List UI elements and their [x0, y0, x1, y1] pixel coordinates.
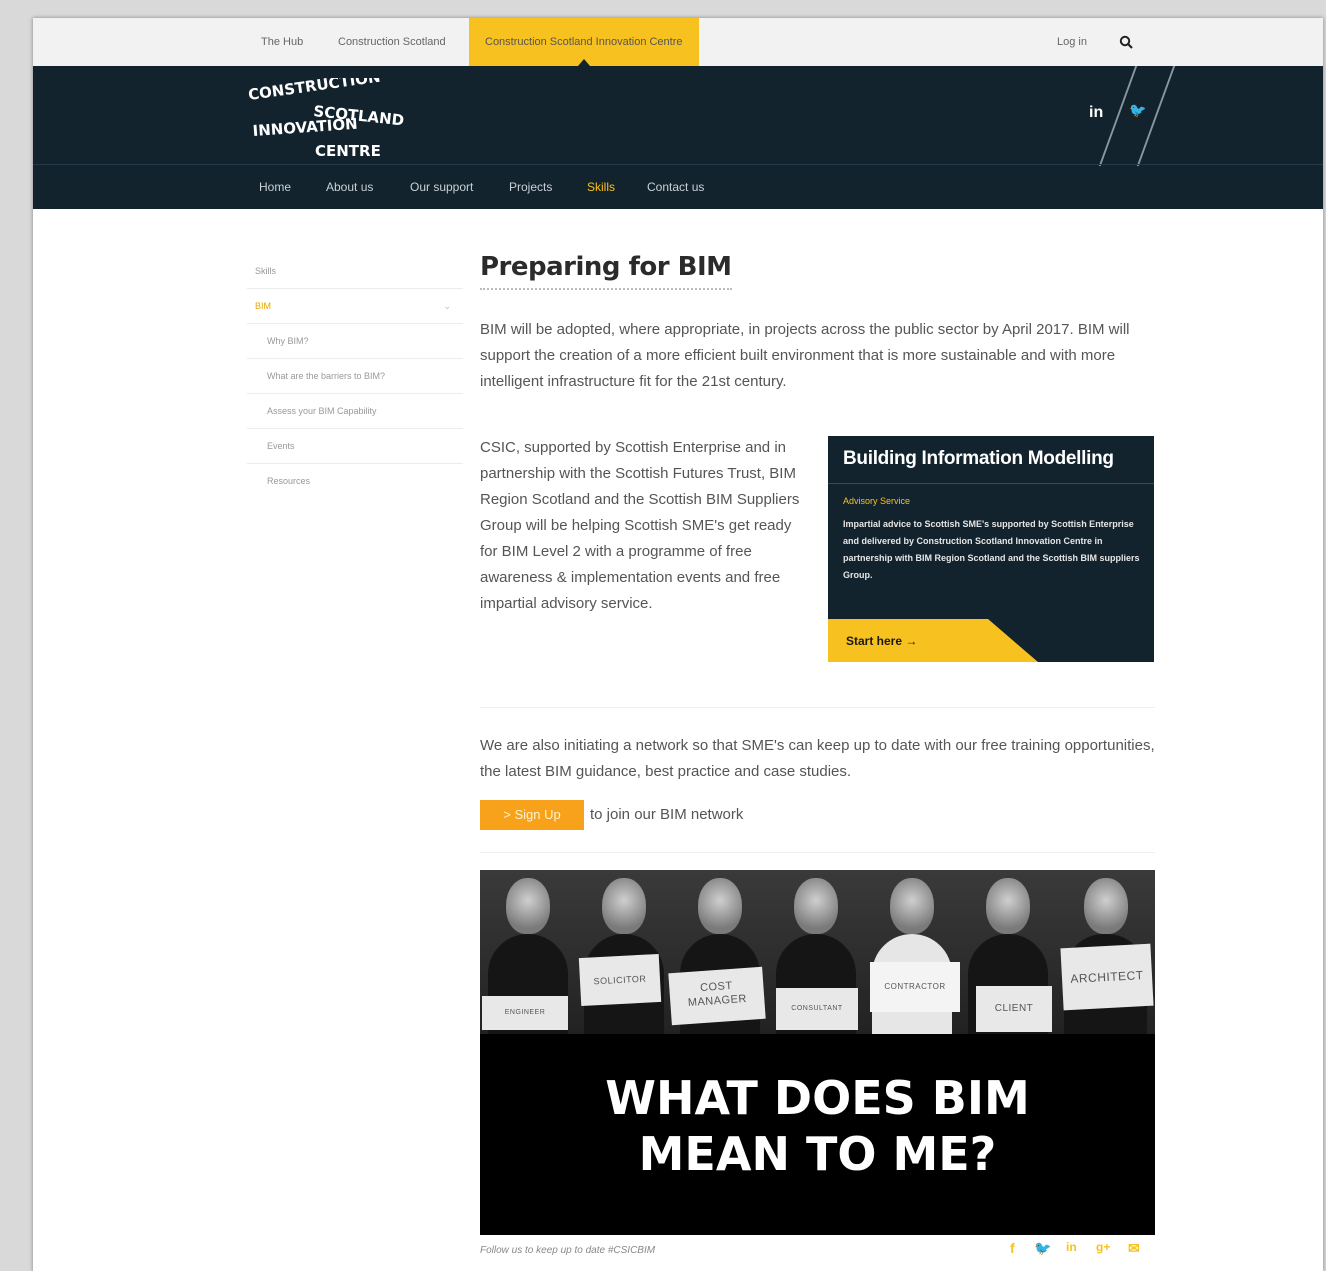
csic-logo[interactable]: CONSTRUCTION SCOTLAND INNOVATION CENTRE [247, 78, 407, 158]
login-link[interactable]: Log in [1057, 18, 1087, 66]
sidebar-item-label: Why BIM? [267, 336, 309, 346]
network-paragraph: We are also initiating a network so that… [480, 737, 1155, 780]
sidebar-item-label: What are the barriers to BIM? [267, 371, 386, 381]
logo-line-3: INNOVATION [252, 115, 358, 140]
share-icons: f 🐦 in g+ ✉ [1010, 1240, 1155, 1260]
facebook-icon[interactable]: f [1010, 1240, 1015, 1256]
sign-up-tail-text: to join our BIM network [590, 806, 744, 823]
person-head [506, 878, 550, 934]
sidebar-item-events[interactable]: Events [247, 429, 463, 464]
top-link-the-hub[interactable]: The Hub [261, 18, 303, 66]
browser-page: The Hub Construction Scotland Constructi… [33, 18, 1323, 1271]
person-head [698, 878, 742, 934]
top-link-csic[interactable]: Construction Scotland Innovation Centre [469, 18, 699, 66]
nav-our-support[interactable]: Our support [410, 180, 473, 194]
card-body: Impartial advice to Scottish SME's suppo… [843, 519, 1140, 580]
people-photo: ENGINEER SOLICITOR COST MANAGER CONSULTA… [480, 870, 1155, 1034]
banner-headline: WHAT DOES BIM MEAN TO ME? [480, 1070, 1155, 1182]
logo-line-1: CONSTRUCTION [247, 78, 381, 104]
nav-about-us[interactable]: About us [326, 180, 373, 194]
person-photo [576, 870, 672, 1034]
nav-skills[interactable]: Skills [587, 180, 615, 194]
sidebar-item-assess[interactable]: Assess your BIM Capability [247, 394, 463, 429]
sidebar-item-skills[interactable]: Skills [247, 254, 463, 289]
sign-up-button[interactable]: > Sign Up [480, 800, 584, 830]
sidebar-item-bim[interactable]: BIM ⌄ [247, 289, 463, 324]
banner-headline-line-2: MEAN TO ME? [638, 1127, 997, 1181]
sidebar-item-label: Resources [267, 476, 311, 486]
person-head [794, 878, 838, 934]
bim-banner-image[interactable]: ENGINEER SOLICITOR COST MANAGER CONSULTA… [480, 870, 1155, 1235]
card-divider [828, 483, 1154, 484]
start-here-label[interactable]: Start here → [846, 634, 917, 648]
person-head [986, 878, 1030, 934]
top-bar: The Hub Construction Scotland Constructi… [33, 18, 1323, 66]
sidebar-item-label: Events [267, 441, 295, 451]
chevron-down-icon: ⌄ [443, 301, 451, 311]
sign-solicitor: SOLICITOR [578, 953, 662, 1007]
twitter-icon[interactable]: 🐦 [1129, 102, 1146, 119]
google-plus-icon[interactable]: g+ [1096, 1240, 1110, 1254]
nav-projects[interactable]: Projects [509, 180, 552, 194]
linkedin-icon[interactable]: in [1066, 1240, 1077, 1254]
nav-home[interactable]: Home [259, 180, 291, 194]
sidebar-item-label: Skills [255, 266, 277, 276]
nav-contact-us[interactable]: Contact us [647, 180, 704, 194]
csic-paragraph: CSIC, supported by Scottish Enterprise a… [480, 439, 800, 612]
intro-paragraph: BIM will be adopted, where appropriate, … [480, 321, 1130, 390]
site-header: CONSTRUCTION SCOTLAND INNOVATION CENTRE … [33, 66, 1323, 209]
person-head [890, 878, 934, 934]
sign-engineer: ENGINEER [482, 996, 568, 1030]
section-divider [480, 707, 1155, 708]
sign-client: CLIENT [976, 986, 1052, 1032]
header-social: in 🐦 [1089, 66, 1179, 166]
search-icon[interactable] [1119, 35, 1133, 49]
top-link-construction-scotland[interactable]: Construction Scotland [338, 18, 446, 66]
person-head [1083, 878, 1128, 934]
email-icon[interactable]: ✉ [1128, 1240, 1140, 1257]
person-head [602, 878, 646, 934]
linkedin-icon[interactable]: in [1089, 104, 1103, 122]
main-content: Preparing for BIM BIM will be adopted, w… [480, 252, 1155, 1256]
sidebar-item-resources[interactable]: Resources [247, 464, 463, 499]
card-subtitle: Advisory Service [843, 496, 911, 506]
logo-line-4: CENTRE [315, 142, 381, 158]
sidebar-item-label: BIM [255, 301, 272, 311]
sign-contractor: CONTRACTOR [870, 962, 960, 1012]
twitter-icon[interactable]: 🐦 [1034, 1240, 1051, 1257]
section-divider [480, 852, 1155, 853]
banner-caption: Follow us to keep up to date #CSICBIM [480, 1245, 656, 1256]
page-title: Preparing for BIM [480, 252, 732, 290]
sign-cost-manager: COST MANAGER [668, 966, 766, 1026]
sidebar-item-label: Assess your BIM Capability [267, 406, 377, 416]
banner-headline-line-1: WHAT DOES BIM [605, 1071, 1030, 1125]
sign-consultant: CONSULTANT [776, 988, 858, 1030]
bim-advisory-card[interactable]: Building Information Modelling Advisory … [828, 436, 1154, 662]
sidebar-nav: Skills BIM ⌄ Why BIM? What are the barrie… [247, 254, 463, 499]
sidebar-item-why-bim[interactable]: Why BIM? [247, 324, 463, 359]
nav-divider [33, 164, 1323, 165]
sidebar-item-barriers[interactable]: What are the barriers to BIM? [247, 359, 463, 394]
card-title: Building Information Modelling [843, 448, 1114, 469]
sign-architect: ARCHITECT [1060, 943, 1154, 1011]
